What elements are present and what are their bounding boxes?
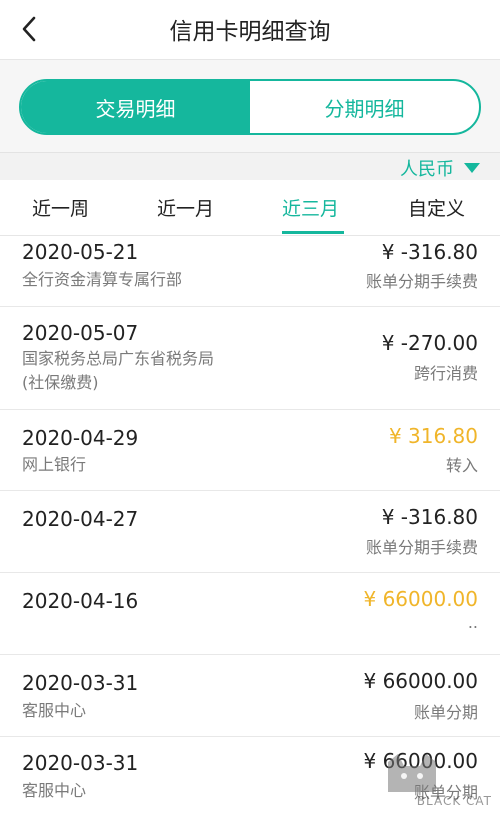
transaction-amount: ¥ -316.80 <box>381 505 478 529</box>
tab-last-week[interactable]: 近一周 <box>32 194 89 221</box>
transaction-amount: ¥ 66000.00 <box>363 669 478 693</box>
transaction-type: 转入 <box>445 456 478 475</box>
transaction-date: 2020-04-27 <box>22 507 139 531</box>
transaction-date: 2020-05-21 <box>22 240 139 264</box>
transaction-type: .. <box>467 613 478 632</box>
tab-custom[interactable]: 自定义 <box>408 194 465 221</box>
transaction-row[interactable]: 2020-05-07 国家税务总局广东省税务局 (社保缴费) ¥ -270.00… <box>0 307 500 410</box>
transaction-amount: ¥ 66000.00 <box>363 587 478 611</box>
transaction-merchant: 全行资金清算专属行部 <box>22 270 183 289</box>
currency-bar: 人民币 <box>0 152 500 180</box>
transaction-list[interactable]: 2020-05-21 全行资金清算专属行部 ¥ -316.80 账单分期手续费 … <box>0 236 500 816</box>
transaction-amount: ¥ -270.00 <box>381 331 478 355</box>
transaction-amount: ¥ -316.80 <box>381 240 478 264</box>
watermark-text: BLACK CAT <box>416 794 492 808</box>
transaction-type: 账单分期手续费 <box>365 538 478 557</box>
transaction-type: 账单分期 <box>413 703 478 722</box>
transaction-merchant: 客服中心 <box>22 701 87 720</box>
transaction-type: 跨行消费 <box>413 364 478 383</box>
currency-selector[interactable]: 人民币 <box>400 155 480 181</box>
segment-installment-details[interactable]: 分期明细 <box>250 81 479 133</box>
transaction-date: 2020-04-16 <box>22 589 139 613</box>
transaction-row[interactable]: 2020-04-16 ¥ 66000.00 .. <box>0 573 500 655</box>
segment-area: 交易明细 分期明细 <box>0 60 500 152</box>
transaction-date: 2020-03-31 <box>22 751 139 775</box>
transaction-merchant: 网上银行 <box>22 455 87 474</box>
transaction-type: 账单分期手续费 <box>365 272 478 291</box>
transaction-row[interactable]: 2020-04-29 网上银行 ¥ 316.80 转入 <box>0 410 500 491</box>
transaction-date: 2020-05-07 <box>22 321 139 345</box>
currency-label: 人民币 <box>400 159 454 180</box>
transaction-row[interactable]: 2020-05-21 全行资金清算专属行部 ¥ -316.80 账单分期手续费 <box>0 236 500 307</box>
watermark-logo: BLACK CAT <box>374 752 494 810</box>
transaction-date: 2020-03-31 <box>22 671 139 695</box>
tab-last-month[interactable]: 近一月 <box>157 194 214 221</box>
transaction-date: 2020-04-29 <box>22 426 139 450</box>
transaction-amount: ¥ 316.80 <box>388 424 478 448</box>
caret-down-icon <box>464 163 480 173</box>
transaction-merchant: 客服中心 <box>22 781 87 800</box>
cat-logo-icon <box>388 754 436 792</box>
tab-last-three-months[interactable]: 近三月 <box>282 194 339 221</box>
segment-transaction-details[interactable]: 交易明细 <box>21 81 250 133</box>
transaction-row[interactable]: 2020-03-31 客服中心 ¥ 66000.00 账单分期 <box>0 655 500 737</box>
active-tab-indicator <box>282 231 344 234</box>
top-bar: 信用卡明细查询 <box>0 0 500 60</box>
period-tabs: 近一周 近一月 近三月 自定义 <box>0 180 500 236</box>
segmented-control: 交易明细 分期明细 <box>19 79 481 135</box>
transaction-merchant: 国家税务总局广东省税务局 (社保缴费) <box>22 349 215 392</box>
page-title: 信用卡明细查询 <box>169 19 331 45</box>
transaction-row[interactable]: 2020-04-27 ¥ -316.80 账单分期手续费 <box>0 491 500 573</box>
